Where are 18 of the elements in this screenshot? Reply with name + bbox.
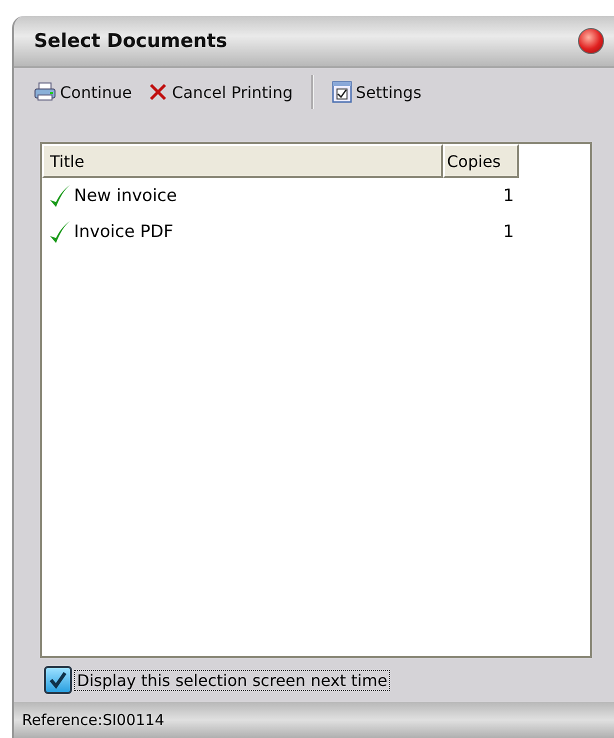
continue-button[interactable]: Continue (28, 80, 138, 104)
close-button[interactable] (578, 28, 604, 54)
window-title: Select Documents (34, 30, 228, 52)
checklist-icon (332, 81, 352, 103)
table-cell-text: 1 (502, 186, 514, 206)
cancel-printing-button[interactable]: Cancel Printing (142, 80, 299, 104)
table-cell-text: Invoice PDF (74, 222, 174, 242)
column-header[interactable]: Title (42, 144, 443, 178)
table-cell-text: 1 (502, 222, 514, 242)
settings-button[interactable]: Settings (326, 79, 428, 105)
printer-icon (34, 82, 56, 102)
check-icon (48, 670, 68, 690)
checkbox-label[interactable]: Display this selection screen next time (74, 670, 390, 690)
reference-text: Reference:SI00114 (22, 711, 164, 729)
column-header[interactable]: Copies (443, 144, 519, 178)
table-cell-text: New invoice (74, 186, 178, 206)
checkbox[interactable] (44, 666, 72, 694)
x-icon (148, 82, 168, 102)
